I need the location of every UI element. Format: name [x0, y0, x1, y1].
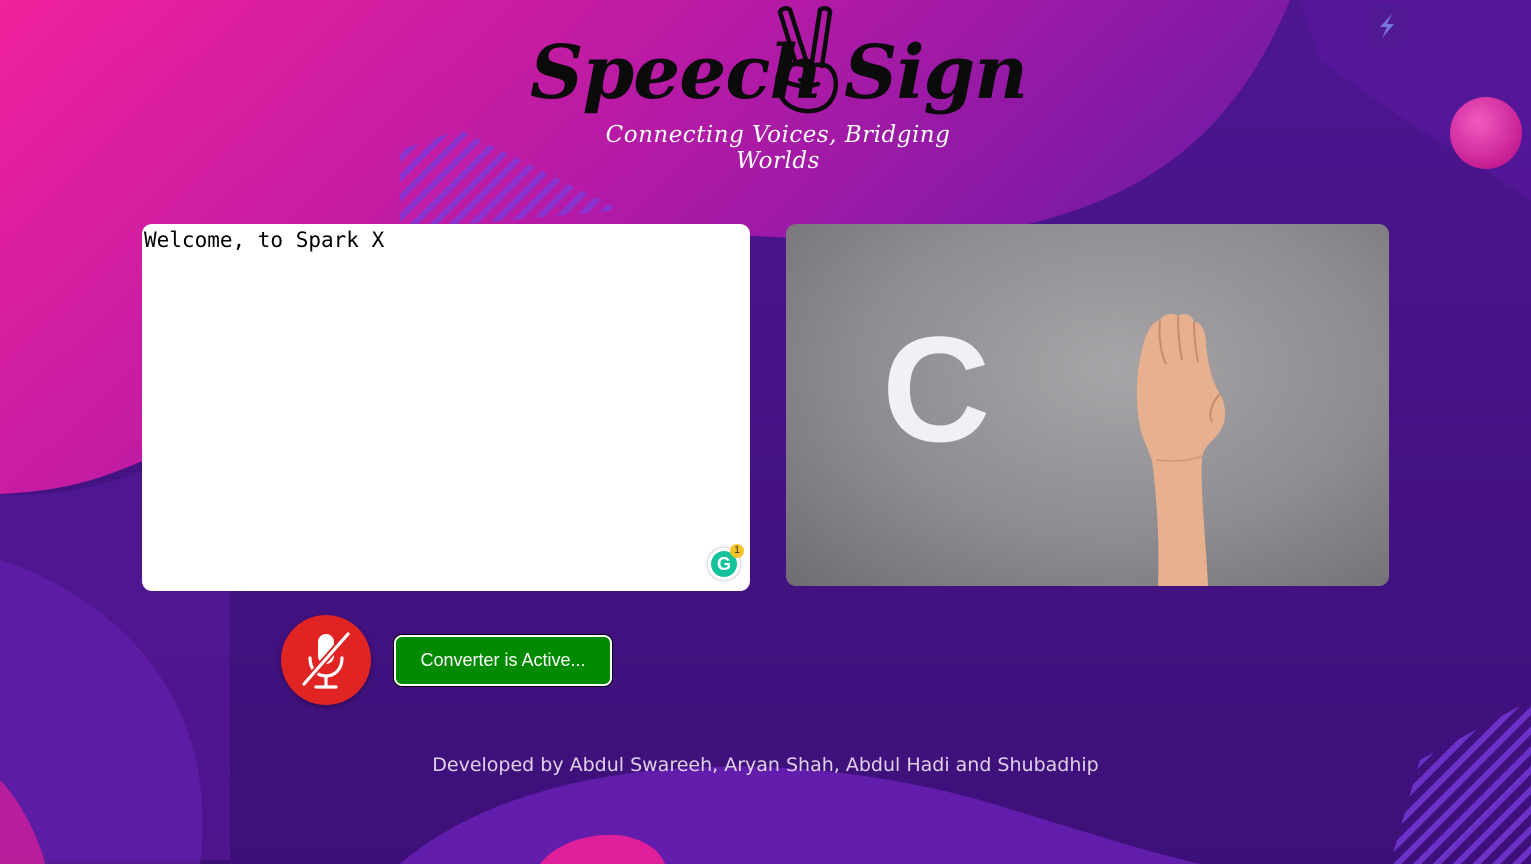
grammar-badge-count: 1 [730, 544, 744, 558]
footer-credit: Developed by Abdul Swareeh, Aryan Shah, … [432, 754, 1099, 776]
tagline: Connecting Voices, Bridging Worlds [605, 122, 951, 174]
transcript-textarea[interactable]: Welcome, to Spark X [142, 224, 750, 591]
peace-hand-icon [774, 6, 838, 114]
sign-letter: C [882, 305, 991, 473]
converter-status-button[interactable]: Converter is Active... [394, 635, 612, 686]
extension-icon[interactable] [1366, 5, 1408, 47]
sign-display: C [786, 224, 1389, 586]
transcript-text: Welcome, to Spark X [144, 228, 385, 252]
logo-word-sign: Sign [844, 30, 1028, 116]
sign-hand-image [1136, 313, 1226, 586]
mic-off-icon [300, 630, 352, 689]
app-logo: Speech Sign Connecting Voices, Bridging … [528, 6, 1028, 174]
grammar-assistant-icon[interactable]: G 1 [708, 544, 744, 580]
mic-toggle-button[interactable] [281, 615, 371, 705]
